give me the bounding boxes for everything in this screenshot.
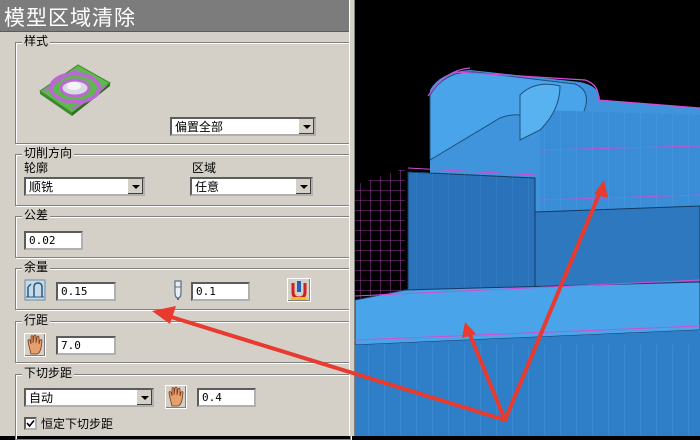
stepdown-mode-value: 自动 (29, 391, 54, 405)
dialog-panel: 模型区域清除 样式 偏置全部 切削方向 轮廓 区域 顺铣 任意 公差 0.02 … (0, 0, 355, 440)
chevron-down-icon[interactable] (127, 179, 143, 194)
cut-direction-group: 切削方向 轮廓 区域 顺铣 任意 (15, 146, 351, 206)
stepover-input[interactable]: 7.0 (56, 336, 116, 355)
style-legend: 样式 (22, 34, 51, 48)
stepdown-mode-select[interactable]: 自动 (24, 388, 154, 407)
profile-select-value: 顺铣 (29, 180, 54, 194)
style-select[interactable]: 偏置全部 (170, 117, 316, 136)
axial-allowance-icon[interactable] (167, 279, 189, 301)
dialog-title: 模型区域清除 (4, 6, 136, 30)
hand-icon[interactable] (24, 333, 46, 357)
cut-direction-legend: 切削方向 (22, 146, 75, 160)
style-preview-icon (34, 57, 114, 117)
stepdown-legend: 下切步距 (22, 366, 75, 380)
profile-select[interactable]: 顺铣 (24, 177, 145, 196)
tolerance-input[interactable]: 0.02 (24, 231, 83, 250)
allowance-group: 余量 0.15 0.1 (15, 260, 351, 310)
tolerance-group: 公差 0.02 (15, 208, 351, 258)
area-select-value: 任意 (195, 180, 220, 194)
constant-stepdown-checkbox[interactable] (24, 417, 37, 430)
hand-icon[interactable] (165, 385, 187, 409)
chevron-down-icon[interactable] (136, 390, 152, 405)
stepdown-group: 下切步距 自动 0.4 恒定下切步距 (15, 366, 351, 440)
tolerance-legend: 公差 (22, 208, 51, 222)
profile-label: 轮廓 (24, 161, 49, 175)
graphics-viewport[interactable] (355, 0, 700, 436)
area-select[interactable]: 任意 (190, 177, 313, 196)
style-select-value: 偏置全部 (175, 120, 224, 134)
chevron-down-icon[interactable] (298, 119, 314, 134)
radial-allowance-input[interactable]: 0.15 (56, 282, 116, 301)
axial-allowance-input[interactable]: 0.1 (191, 282, 250, 301)
model-view (355, 67, 700, 436)
constant-stepdown-label: 恒定下切步距 (41, 417, 114, 431)
area-label: 区域 (192, 161, 217, 175)
chevron-down-icon[interactable] (295, 179, 311, 194)
style-group: 样式 偏置全部 (15, 34, 351, 144)
component-allowance-icon[interactable] (287, 278, 311, 302)
radial-allowance-icon[interactable] (24, 279, 46, 301)
allowance-legend: 余量 (22, 260, 51, 274)
stepover-group: 行距 7.0 (15, 313, 351, 363)
stepdown-input[interactable]: 0.4 (197, 388, 256, 407)
stepover-legend: 行距 (22, 313, 51, 327)
title-bar: 模型区域清除 (0, 0, 349, 32)
